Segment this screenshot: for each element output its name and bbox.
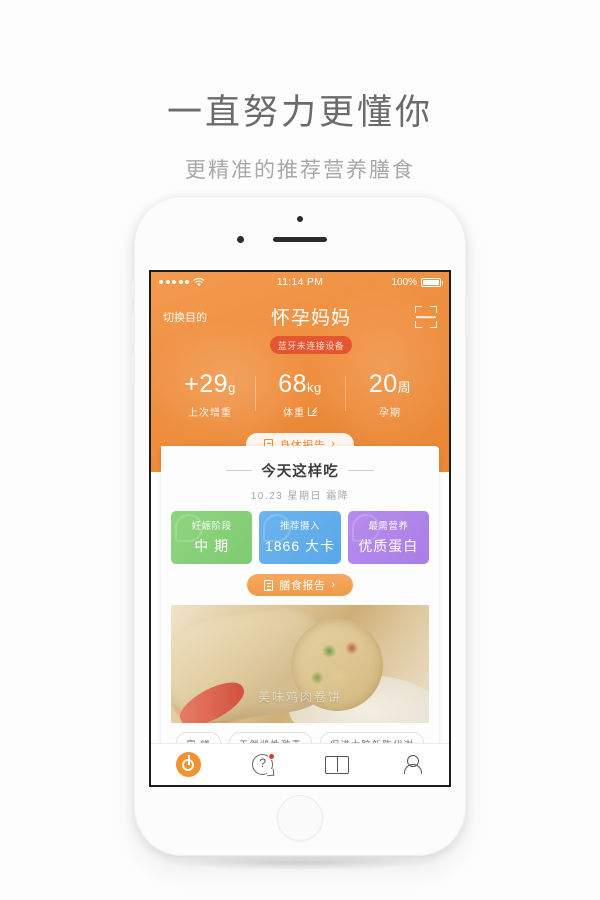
divider-right [347,470,374,471]
edit-pencil-icon[interactable] [308,407,317,416]
card-title: 今天这样吃 [261,464,339,480]
tab-profile[interactable] [375,754,450,775]
volume-up-button [131,314,135,344]
status-bar: 11:14 PM 100% [151,272,449,292]
stat-value: +29g [184,370,236,398]
stat-value: 20周 [368,370,412,398]
stat-label: 体重 [255,404,345,419]
promo-subtitle: 更精准的推荐营养膳食 [185,159,415,182]
tile-pregnancy-stage[interactable]: 妊娠阶段 中 期 [171,511,253,564]
tile-value: 优质蛋白 [358,538,419,554]
stats-row: +29g 上次增重 68kg 体重 20周 孕期 [151,370,449,420]
signal-dots-icon [159,280,189,284]
question-chat-icon: ? [252,753,276,777]
silent-switch [131,282,135,300]
stat-weight[interactable]: 68kg 体重 [255,372,345,419]
tile-caption: 最需营养 [368,521,409,532]
food-photo-caption: 美味鸡肉卷饼 [257,690,342,704]
tile-caption: 妊娠阶段 [191,521,232,532]
volume-down-button [131,354,135,384]
stat-label: 上次增重 [188,408,232,419]
stat-label: 孕期 [379,408,401,419]
wifi-icon [193,277,205,286]
front-camera [237,236,244,243]
divider-left [226,470,253,471]
hero-top-bar: 切换目的 怀孕妈妈 蓝牙未连接设备 [151,292,449,354]
tile-value: 中 期 [194,538,230,554]
promo-header: 一直努力更懂你 更精准的推荐营养膳食 [0,0,600,184]
person-icon [402,754,422,775]
pie-chart-icon [175,752,201,777]
bluetooth-status-badge[interactable]: 蓝牙未连接设备 [269,336,353,354]
bottom-tab-bar: ? [151,743,449,785]
tile-recommended-intake[interactable]: 推荐摄入 1866 大卡 [259,511,341,564]
tile-caption: 推荐摄入 [279,521,320,532]
card-scallop-edge [161,446,439,452]
stat-pregnancy-week[interactable]: 20周 孕期 [345,372,435,419]
card-title-row: 今天这样吃 [161,460,439,481]
hero-section: 11:14 PM 100% 切换目的 怀孕妈妈 蓝牙未连接设备 +29g 上次增… [151,272,449,472]
stat-last-gain[interactable]: +29g 上次增重 [165,370,255,420]
home-button[interactable] [277,795,323,841]
tab-library[interactable] [300,755,375,774]
power-button [465,296,469,336]
earpiece-speaker [273,237,327,242]
document-icon [264,579,274,591]
phone-screen: 11:14 PM 100% 切换目的 怀孕妈妈 蓝牙未连接设备 +29g 上次增… [151,272,449,785]
food-photo[interactable]: 美味鸡肉卷饼 [171,605,429,723]
tile-key-nutrient[interactable]: 最需营养 优质蛋白 [347,511,429,564]
stat-value: 68kg [278,370,322,398]
info-tiles: 妊娠阶段 中 期 推荐摄入 1866 大卡 最需营养 优质蛋白 [161,502,439,564]
proximity-sensor [297,216,303,222]
promo-title: 一直努力更懂你 [166,93,433,132]
battery-icon [421,277,444,287]
notification-badge [268,753,276,760]
status-bar-time: 11:14 PM [276,276,324,288]
meal-report-label: 膳食报告 [279,580,326,592]
page-title: 怀孕妈妈 [270,308,351,329]
tile-value: 1866 大卡 [264,538,336,554]
book-icon [325,755,350,774]
chevron-right-icon: › [331,578,336,591]
tab-home[interactable] [151,752,226,777]
phone-mockup: 11:14 PM 100% 切换目的 怀孕妈妈 蓝牙未连接设备 +29g 上次增… [131,196,469,870]
scan-icon[interactable] [415,306,437,328]
tab-ask[interactable]: ? [226,753,301,777]
card-date: 10.23 星期日 霜降 [250,491,350,502]
status-bar-battery-percent: 100% [391,276,418,288]
switch-purpose-button[interactable]: 切换目的 [163,309,207,325]
meal-report-button[interactable]: 膳食报告 › [247,574,353,596]
daily-meal-card: 今天这样吃 10.23 星期日 霜降 妊娠阶段 中 期 推荐摄入 1866 大卡… [161,446,439,765]
